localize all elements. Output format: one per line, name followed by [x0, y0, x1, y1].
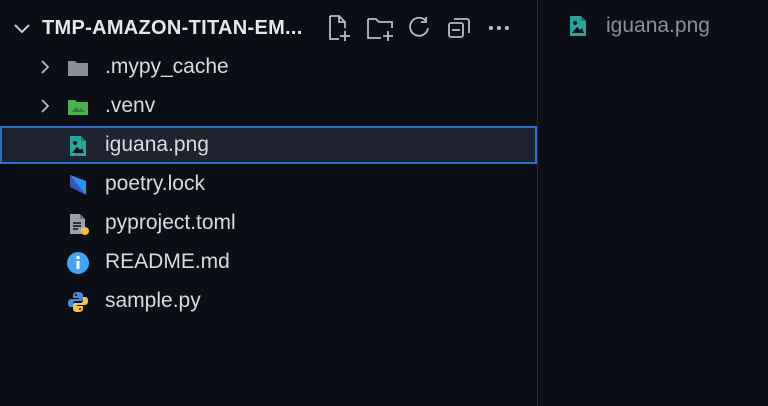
tree-item-label: .venv — [105, 94, 156, 117]
tree-item-pyproject-toml[interactable]: pyproject.toml — [0, 204, 537, 242]
image-file-icon — [566, 14, 590, 38]
tree-item-sample-py[interactable]: sample.py — [0, 282, 537, 320]
tree-item-label: iguana.png — [105, 133, 209, 156]
tree-item-label: sample.py — [105, 289, 201, 312]
info-icon — [66, 251, 90, 275]
refresh-icon[interactable] — [406, 12, 446, 44]
poetry-icon — [66, 173, 90, 197]
tree-item-venv[interactable]: .venv — [0, 87, 537, 125]
new-file-icon[interactable] — [326, 12, 366, 44]
new-folder-icon[interactable] — [366, 12, 406, 44]
tree-item-label: .mypy_cache — [105, 55, 229, 78]
explorer-panel: TMP-AMAZON-TITAN-EM... .mypy_cache .venv… — [0, 0, 537, 406]
python-icon — [66, 290, 90, 314]
tree-item-mypy-cache[interactable]: .mypy_cache — [0, 48, 537, 86]
chevron-down-icon[interactable] — [12, 18, 32, 38]
explorer-title: TMP-AMAZON-TITAN-EM... — [42, 17, 303, 39]
chevron-right-icon[interactable] — [36, 58, 54, 76]
tree-item-readme-md[interactable]: README.md — [0, 243, 537, 281]
tree-item-poetry-lock[interactable]: poetry.lock — [0, 165, 537, 203]
chevron-right-icon[interactable] — [36, 97, 54, 115]
toml-file-icon — [66, 212, 90, 236]
editor-area: iguana.png — [538, 0, 768, 406]
tree-item-label: pyproject.toml — [105, 211, 236, 234]
more-actions-icon[interactable] — [486, 12, 526, 44]
folder-gray-icon — [66, 56, 90, 80]
image-file-icon — [66, 134, 90, 158]
folder-green-icon — [66, 95, 90, 119]
editor-tab-iguana-png[interactable]: iguana.png — [566, 10, 710, 42]
explorer-header[interactable]: TMP-AMAZON-TITAN-EM... — [0, 8, 537, 46]
tab-label: iguana.png — [606, 14, 710, 37]
explorer-actions — [326, 12, 526, 44]
collapse-all-icon[interactable] — [446, 12, 486, 44]
tree-item-iguana-png[interactable]: iguana.png — [0, 126, 537, 164]
tree-item-label: README.md — [105, 250, 230, 273]
tree-item-label: poetry.lock — [105, 172, 205, 195]
